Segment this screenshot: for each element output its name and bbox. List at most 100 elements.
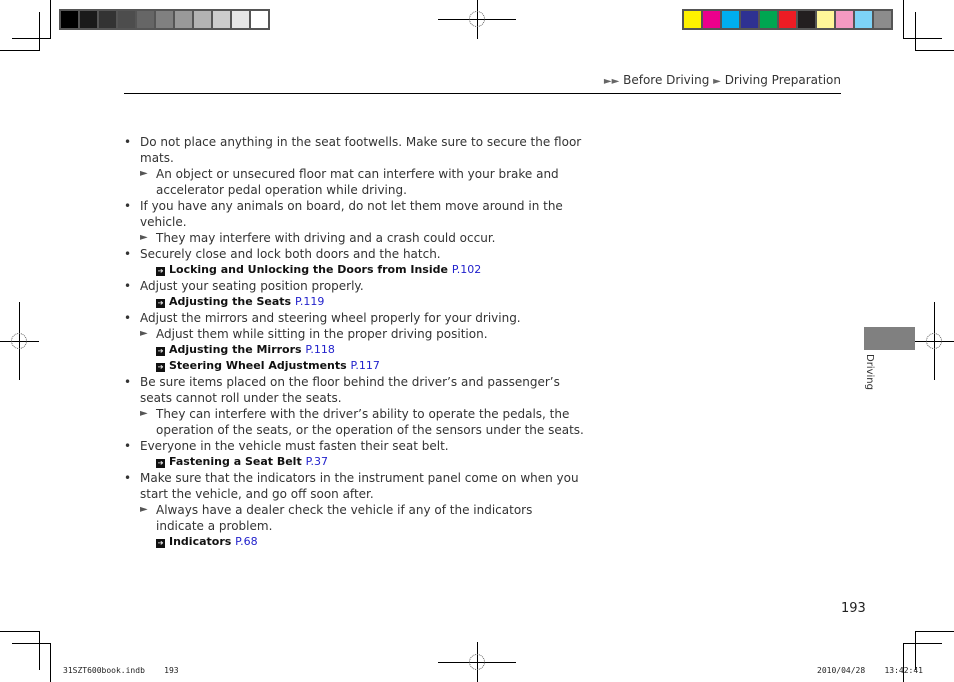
breadcrumb-marker-icon: ►► bbox=[603, 76, 620, 87]
color-swatch bbox=[855, 11, 872, 28]
bullet-icon: • bbox=[124, 135, 132, 149]
list-item: • Adjust the mirrors and steering wheel p… bbox=[124, 310, 584, 326]
list-item-text: Adjust the mirrors and steering wheel pr… bbox=[140, 311, 521, 325]
list-item-text: Be sure items placed on the floor behind… bbox=[140, 375, 560, 405]
note-text: They may interfere with driving and a cr… bbox=[156, 231, 496, 245]
gray-swatch bbox=[194, 11, 211, 28]
reference-title[interactable]: Adjusting the Seats bbox=[169, 295, 291, 308]
reference-title[interactable]: Adjusting the Mirrors bbox=[169, 343, 302, 356]
list-item: • Securely close and lock both doors and … bbox=[124, 246, 584, 262]
color-swatch bbox=[836, 11, 853, 28]
breadcrumb-section[interactable]: Before Driving bbox=[623, 73, 709, 87]
grayscale-color-bar bbox=[59, 9, 270, 30]
reference-page-link[interactable]: P.68 bbox=[235, 535, 257, 548]
crop-mark bbox=[903, 0, 904, 39]
gray-swatch bbox=[251, 11, 268, 28]
gray-swatch bbox=[156, 11, 173, 28]
note-text: An object or unsecured floor mat can int… bbox=[156, 167, 559, 197]
gray-swatch bbox=[80, 11, 97, 28]
cross-reference-link[interactable]: ➔ Fastening a Seat Belt P.37 bbox=[124, 454, 584, 470]
note-text: They can interfere with the driver’s abi… bbox=[156, 407, 584, 437]
color-swatch bbox=[779, 11, 796, 28]
note-triangle-icon: ► bbox=[140, 504, 148, 515]
list-item-text: Securely close and lock both doors and t… bbox=[140, 247, 441, 261]
bullet-icon: • bbox=[124, 199, 132, 213]
bullet-icon: • bbox=[124, 247, 132, 261]
note-triangle-icon: ► bbox=[140, 168, 148, 179]
reference-title[interactable]: Indicators bbox=[169, 535, 231, 548]
slug-file: 31SZT600book.indb 193 bbox=[63, 666, 179, 675]
header-rule bbox=[124, 93, 841, 94]
note-text: Adjust them while sitting in the proper … bbox=[156, 327, 488, 341]
note: ► An object or unsecured floor mat can in… bbox=[124, 166, 584, 198]
crop-mark bbox=[0, 50, 40, 51]
cross-reference-link[interactable]: ➔ Locking and Unlocking the Doors from In… bbox=[124, 262, 584, 278]
reference-arrow-icon: ➔ bbox=[156, 363, 165, 372]
list-item: • Be sure items placed on the floor behin… bbox=[124, 374, 584, 406]
slug-filename: 31SZT600book.indb bbox=[63, 666, 145, 675]
slug-timestamp: 2010/04/28 13:42:41 bbox=[817, 666, 923, 675]
gray-swatch bbox=[137, 11, 154, 28]
checklist: • Do not place anything in the seat footw… bbox=[124, 134, 584, 550]
color-swatch bbox=[722, 11, 739, 28]
note-triangle-icon: ► bbox=[140, 408, 148, 419]
cross-reference-link[interactable]: ➔ Adjusting the Seats P.119 bbox=[124, 294, 584, 310]
note-triangle-icon: ► bbox=[140, 328, 148, 339]
reference-title[interactable]: Fastening a Seat Belt bbox=[169, 455, 302, 468]
reference-title[interactable]: Locking and Unlocking the Doors from Ins… bbox=[169, 263, 448, 276]
process-color-bar bbox=[682, 9, 893, 30]
gray-swatch bbox=[213, 11, 230, 28]
list-item-text: Make sure that the indicators in the ins… bbox=[140, 471, 579, 501]
crop-mark bbox=[903, 643, 942, 644]
gray-swatch bbox=[61, 11, 78, 28]
list-item: • Do not place anything in the seat footw… bbox=[124, 134, 584, 166]
side-tab[interactable] bbox=[864, 327, 915, 350]
page-number: 193 bbox=[841, 601, 866, 616]
color-swatch bbox=[760, 11, 777, 28]
breadcrumb-separator-icon: ► bbox=[713, 76, 721, 87]
slug-time: 13:42:41 bbox=[884, 666, 923, 675]
reference-page-link[interactable]: P.102 bbox=[452, 263, 481, 276]
breadcrumb: ►► Before Driving ► Driving Preparation bbox=[604, 73, 841, 87]
cross-reference-link[interactable]: ➔ Adjusting the Mirrors P.118 bbox=[124, 342, 584, 358]
reference-page-link[interactable]: P.118 bbox=[305, 343, 334, 356]
note-triangle-icon: ► bbox=[140, 232, 148, 243]
list-item-text: Adjust your seating position properly. bbox=[140, 279, 364, 293]
crop-mark bbox=[0, 631, 40, 632]
side-tab-label: Driving bbox=[864, 354, 875, 390]
reference-page-link[interactable]: P.37 bbox=[306, 455, 328, 468]
crop-mark bbox=[50, 0, 51, 39]
note: ► Adjust them while sitting in the proper… bbox=[124, 326, 584, 342]
crop-mark bbox=[12, 38, 51, 39]
note: ► They may interfere with driving and a c… bbox=[124, 230, 584, 246]
color-swatch bbox=[684, 11, 701, 28]
crop-mark bbox=[39, 12, 40, 51]
list-item-text: If you have any animals on board, do not… bbox=[140, 199, 563, 229]
list-item: • If you have any animals on board, do no… bbox=[124, 198, 584, 230]
bullet-icon: • bbox=[124, 375, 132, 389]
reference-title[interactable]: Steering Wheel Adjustments bbox=[169, 359, 347, 372]
note-text: Always have a dealer check the vehicle i… bbox=[156, 503, 533, 533]
gray-swatch bbox=[99, 11, 116, 28]
bullet-icon: • bbox=[124, 279, 132, 293]
crop-mark bbox=[12, 643, 51, 644]
reference-page-link[interactable]: P.119 bbox=[295, 295, 324, 308]
note: ► Always have a dealer check the vehicle … bbox=[124, 502, 584, 534]
crop-mark bbox=[915, 12, 916, 51]
cross-reference-link[interactable]: ➔ Steering Wheel Adjustments P.117 bbox=[124, 358, 584, 374]
gray-swatch bbox=[175, 11, 192, 28]
reference-page-link[interactable]: P.117 bbox=[351, 359, 380, 372]
bullet-icon: • bbox=[124, 471, 132, 485]
list-item: • Make sure that the indicators in the in… bbox=[124, 470, 584, 502]
color-swatch bbox=[741, 11, 758, 28]
bullet-icon: • bbox=[124, 311, 132, 325]
list-item: • Adjust your seating position properly. bbox=[124, 278, 584, 294]
list-item-text: Everyone in the vehicle must fasten thei… bbox=[140, 439, 449, 453]
color-swatch bbox=[817, 11, 834, 28]
reference-arrow-icon: ➔ bbox=[156, 459, 165, 468]
crop-mark bbox=[903, 643, 904, 682]
color-swatch bbox=[874, 11, 891, 28]
cross-reference-link[interactable]: ➔ Indicators P.68 bbox=[124, 534, 584, 550]
bullet-icon: • bbox=[124, 439, 132, 453]
crop-mark bbox=[50, 643, 51, 682]
